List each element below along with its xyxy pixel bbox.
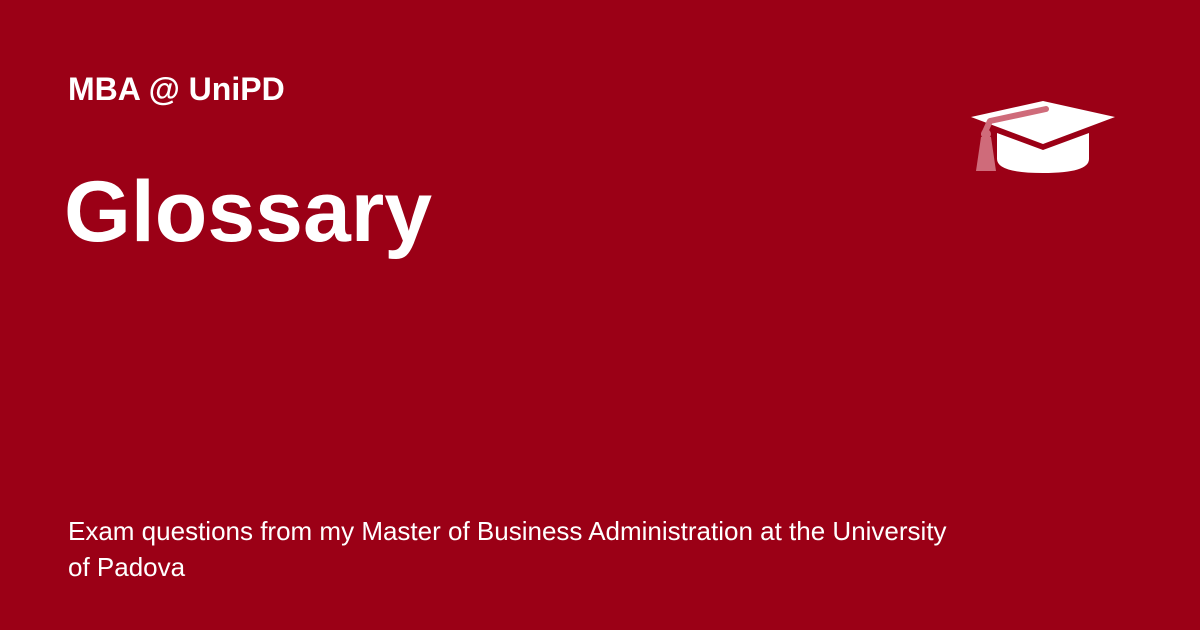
page-title: Glossary	[64, 164, 433, 260]
social-card: MBA @ UniPD Glossary Exam questions from…	[0, 0, 1200, 630]
site-name: MBA @ UniPD	[68, 71, 285, 107]
graduation-cap-icon	[968, 95, 1118, 177]
page-description: Exam questions from my Master of Busines…	[68, 516, 947, 582]
